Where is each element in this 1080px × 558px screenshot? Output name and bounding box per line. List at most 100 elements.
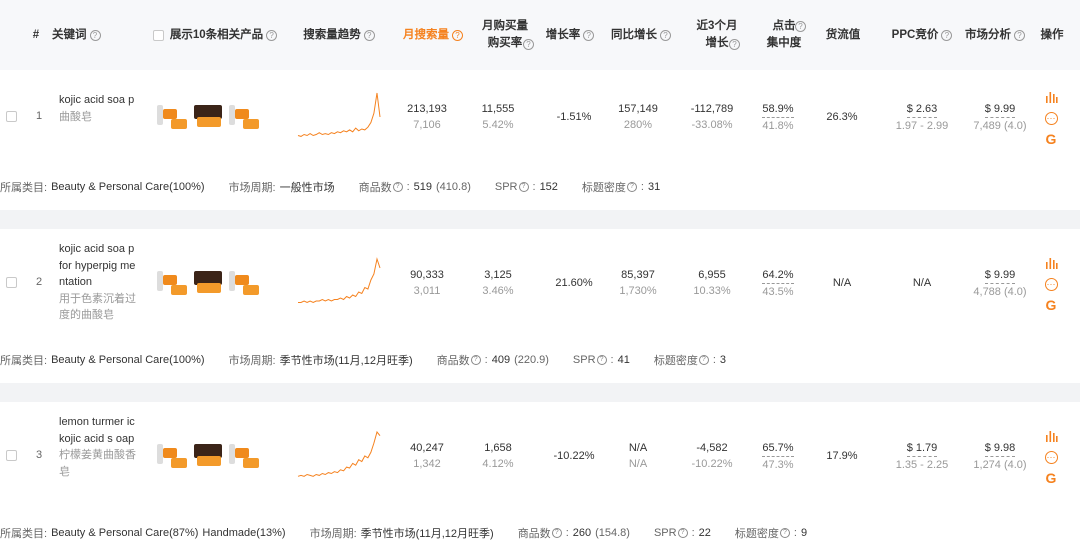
help-icon[interactable]: ? [1014, 29, 1025, 41]
bar-chart-icon[interactable] [1043, 428, 1059, 444]
yoy-cell-primary: N/A [628, 442, 648, 454]
search-trend-sparkline[interactable] [296, 91, 382, 143]
help-icon[interactable]: ? [551, 528, 562, 538]
keyword-cn: 用于色素沉着过度的曲酸皂 [59, 292, 136, 322]
header-monthly-search[interactable]: 月搜索量? [398, 0, 468, 70]
bar-chart-icon[interactable] [1043, 255, 1059, 271]
yoy-cell-secondary: 1,730% [619, 285, 657, 297]
product-thumbnail[interactable] [155, 265, 189, 297]
keyword-cell[interactable]: lemon turmer ic kojic acid s oap 柠檬姜黄曲酸香皂 [59, 414, 139, 480]
keyword-cell[interactable]: kojic acid soa p for hyperpig mentation 用… [59, 241, 139, 324]
header-growth[interactable]: 增长率? [542, 0, 598, 70]
product-thumbnail[interactable] [191, 438, 225, 470]
soap-image [235, 448, 249, 458]
help-icon[interactable]: ? [583, 29, 595, 41]
more-dots-icon[interactable]: ··· [1043, 276, 1059, 292]
header-trend[interactable]: 搜索量趋势? [298, 0, 380, 70]
help-icon[interactable]: ? [795, 21, 806, 32]
market-cycle-label: 市场周期: [309, 528, 357, 540]
keyword-en: kojic acid soa p [59, 94, 135, 106]
google-icon[interactable]: G [1043, 131, 1059, 147]
google-icon[interactable]: G [1043, 470, 1059, 486]
header-yoy[interactable]: 同比增长? [608, 0, 674, 70]
help-icon[interactable]: ? [452, 29, 463, 41]
bar-chart-icon[interactable] [1043, 89, 1059, 105]
click-concentration-cell: 65.7% 47.3% [754, 402, 802, 510]
market-cycle-value: 一般性市场 [279, 182, 335, 194]
help-icon[interactable]: ? [470, 355, 481, 365]
header-ppc[interactable]: PPC竞价? [886, 0, 958, 70]
yoy-cell: 85,397 1,730% [610, 229, 666, 337]
category-value-2: Handmade(13%) [202, 527, 286, 539]
help-icon[interactable]: ? [729, 39, 740, 50]
product-count-value: 260 [572, 527, 592, 539]
product-thumbnail[interactable] [191, 265, 225, 297]
help-icon[interactable]: ? [523, 39, 534, 50]
spr-value: 41 [617, 354, 630, 366]
help-icon[interactable]: ? [660, 29, 671, 41]
soap-image [243, 285, 259, 295]
three-month-cell: -112,789 -33.08% [684, 70, 740, 164]
market-cycle-label: 市场周期: [228, 182, 276, 194]
market-cell-primary: $ 9.99 [984, 267, 1016, 284]
row-index: 1 [36, 110, 43, 122]
ppc-cell-primary: $ 1.79 [906, 440, 938, 457]
help-icon[interactable]: ? [596, 355, 607, 365]
three-month-cell: -4,582 -10.22% [684, 402, 740, 510]
spr-label: SPR [494, 181, 518, 193]
help-icon[interactable]: ? [363, 29, 375, 41]
row-index: 3 [36, 449, 43, 461]
header-buy-rate[interactable]: 月购买量 购买率? [474, 0, 536, 70]
help-icon[interactable]: ? [779, 528, 790, 538]
three-month-cell-primary: 6,955 [698, 269, 726, 281]
help-icon[interactable]: ? [89, 29, 101, 41]
colon: : [691, 527, 695, 539]
purchase-cell-secondary: 3.46% [482, 285, 514, 297]
show-products-checkbox[interactable] [152, 29, 164, 41]
title-density-value: 9 [800, 527, 808, 539]
header-three-month[interactable]: 近3个月 增长? [688, 0, 746, 70]
market-cell-primary: $ 9.99 [984, 101, 1016, 118]
search-trend-sparkline[interactable] [296, 430, 382, 482]
help-icon[interactable]: ? [698, 355, 709, 365]
product-thumbnail[interactable] [155, 99, 189, 131]
google-icon[interactable]: G [1043, 297, 1059, 313]
help-icon[interactable]: ? [941, 29, 953, 41]
product-count-sub: (410.8) [436, 181, 471, 193]
product-thumbnails[interactable] [155, 265, 261, 297]
row-separator [0, 383, 1080, 402]
header-market[interactable]: 市场分析? [962, 0, 1028, 70]
row-checkbox[interactable] [6, 111, 17, 122]
category-label: 所属类目: [0, 528, 48, 540]
help-icon[interactable]: ? [518, 182, 529, 192]
help-icon[interactable]: ? [677, 528, 688, 538]
product-thumbnails[interactable] [155, 99, 261, 131]
search-volume-cell-primary: 40,247 [410, 442, 444, 454]
purchase-cell-primary: 3,125 [484, 269, 512, 281]
more-dots-icon[interactable]: ··· [1043, 449, 1059, 465]
table-header: # 关键词? 展示10条相关产品? 搜索量趋势? 月搜索量? 月购买量 购买率?… [0, 0, 1080, 70]
gmv-cell: 17.9% [816, 402, 868, 510]
row-checkbox[interactable] [6, 277, 17, 288]
header-click[interactable]: 点击 集中度? [760, 0, 808, 70]
table-row: 1 kojic acid soa p 曲酸皂 213,193 7,106 11,555 5.… [0, 70, 1080, 164]
header-keyword[interactable]: 关键词? [52, 0, 122, 70]
product-thumbnail[interactable] [227, 438, 261, 470]
help-icon[interactable]: ? [392, 182, 403, 192]
ppc-cell: $ 1.79 1.35 - 2.25 [884, 402, 960, 510]
keyword-cell[interactable]: kojic acid soa p 曲酸皂 [59, 92, 139, 125]
product-thumbnail[interactable] [227, 265, 261, 297]
product-thumbnail[interactable] [191, 99, 225, 131]
help-icon[interactable]: ? [266, 29, 278, 41]
more-dots-icon[interactable]: ··· [1043, 110, 1059, 126]
help-icon[interactable]: ? [626, 182, 637, 192]
product-thumbnail[interactable] [155, 438, 189, 470]
product-thumbnail[interactable] [227, 99, 261, 131]
product-count-label: 商品数 [517, 528, 551, 540]
product-thumbnails[interactable] [155, 438, 261, 470]
more-dots-glyph: ··· [1044, 277, 1058, 291]
header-products[interactable]: 展示10条相关产品? [150, 0, 280, 70]
gmv-cell-primary: 26.3% [826, 111, 858, 123]
search-trend-sparkline[interactable] [296, 257, 382, 309]
row-checkbox[interactable] [6, 450, 17, 461]
